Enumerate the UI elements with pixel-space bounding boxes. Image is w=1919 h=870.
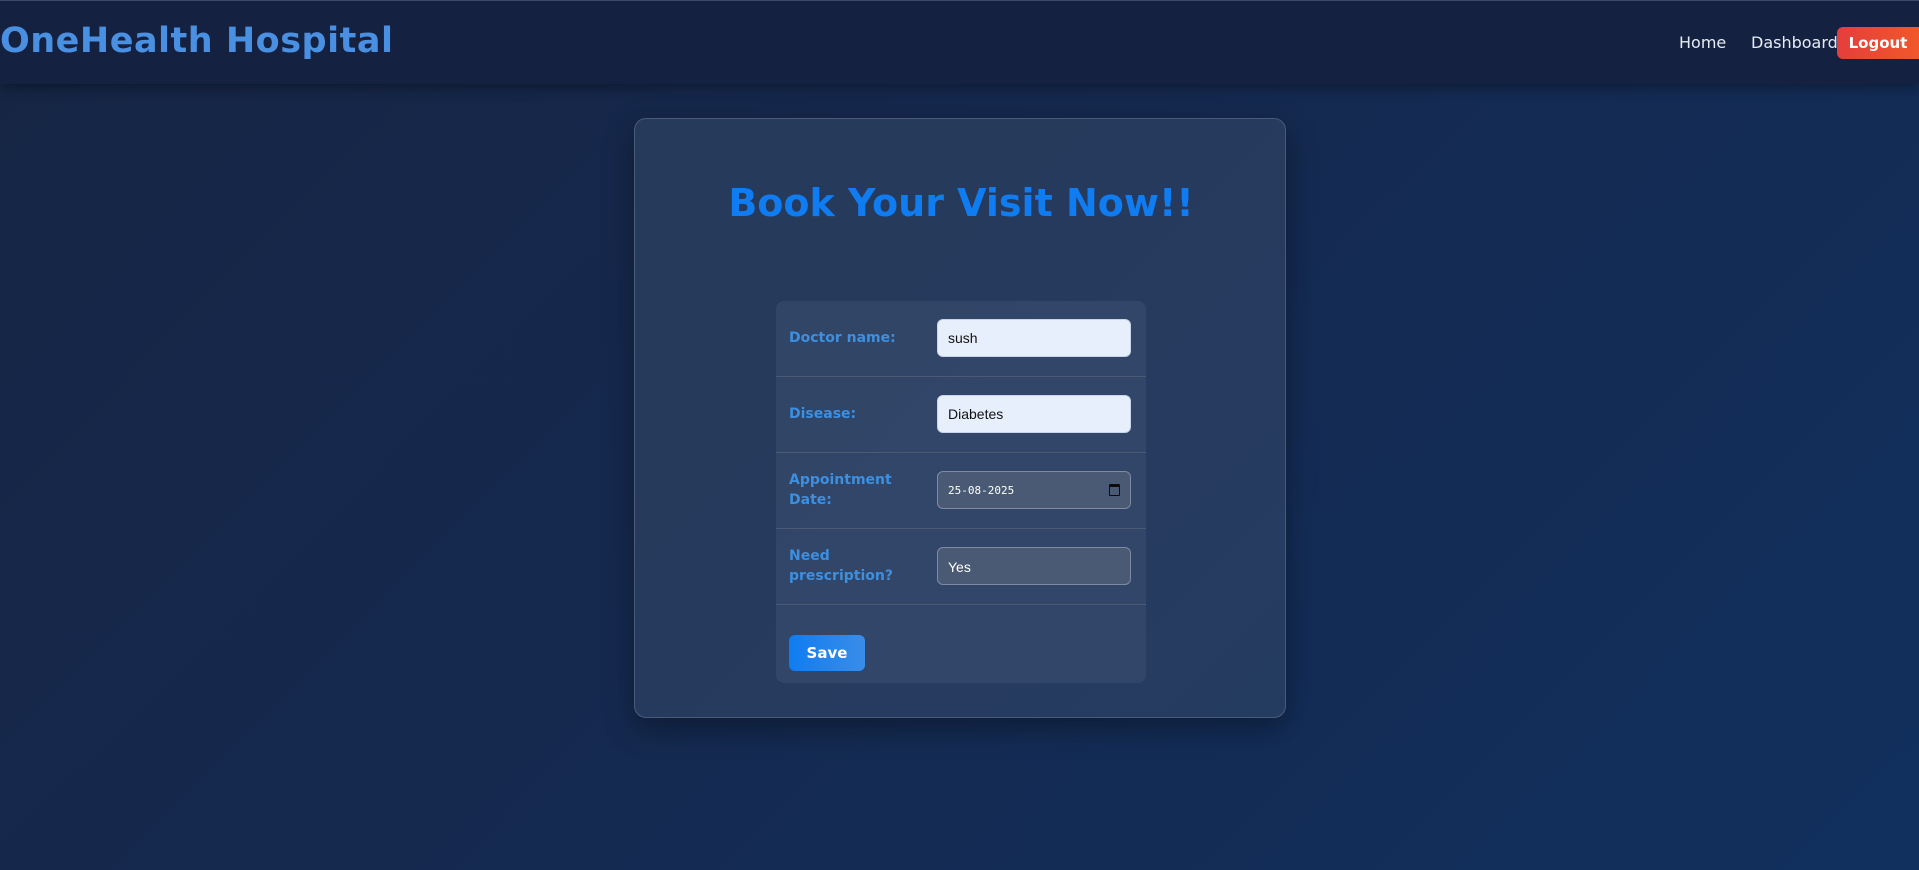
booking-form: Doctor name: Disease: Appointment Date: …: [776, 301, 1146, 683]
form-row-doctor: Doctor name:: [776, 301, 1146, 377]
appointment-date-input[interactable]: 25-08-2025: [937, 471, 1131, 509]
prescription-label: Need prescription?: [789, 546, 919, 586]
prescription-label-line1: Need: [789, 548, 830, 564]
logout-button[interactable]: Logout: [1837, 27, 1919, 59]
calendar-icon[interactable]: [1109, 484, 1120, 496]
brand-title[interactable]: OneHealth Hospital: [0, 21, 393, 61]
doctor-name-label: Doctor name:: [789, 330, 896, 346]
booking-card: Book Your Visit Now!! Doctor name: Disea…: [634, 118, 1286, 718]
navbar: OneHealth Hospital Home Dashboard Logout: [0, 0, 1919, 84]
doctor-name-input[interactable]: [937, 319, 1131, 357]
disease-label: Disease:: [789, 406, 857, 422]
disease-input[interactable]: [937, 395, 1131, 433]
form-row-disease: Disease:: [776, 377, 1146, 453]
nav-link-dashboard[interactable]: Dashboard: [1751, 33, 1838, 52]
page-title: Book Your Visit Now!!: [728, 181, 1194, 225]
form-row-prescription: Need prescription? Yes: [776, 529, 1146, 605]
prescription-select-value: Yes: [948, 559, 971, 575]
nav-link-home[interactable]: Home: [1679, 33, 1726, 52]
form-row-date: Appointment Date: 25-08-2025: [776, 453, 1146, 529]
appointment-date-label-line1: Appointment: [789, 472, 892, 488]
prescription-label-line2: prescription?: [789, 568, 893, 584]
appointment-date-label: Appointment Date:: [789, 470, 919, 510]
save-button[interactable]: Save: [789, 635, 865, 671]
appointment-date-value: 25-08-2025: [948, 484, 1015, 497]
prescription-select[interactable]: Yes: [937, 547, 1131, 585]
appointment-date-label-line2: Date:: [789, 492, 832, 508]
